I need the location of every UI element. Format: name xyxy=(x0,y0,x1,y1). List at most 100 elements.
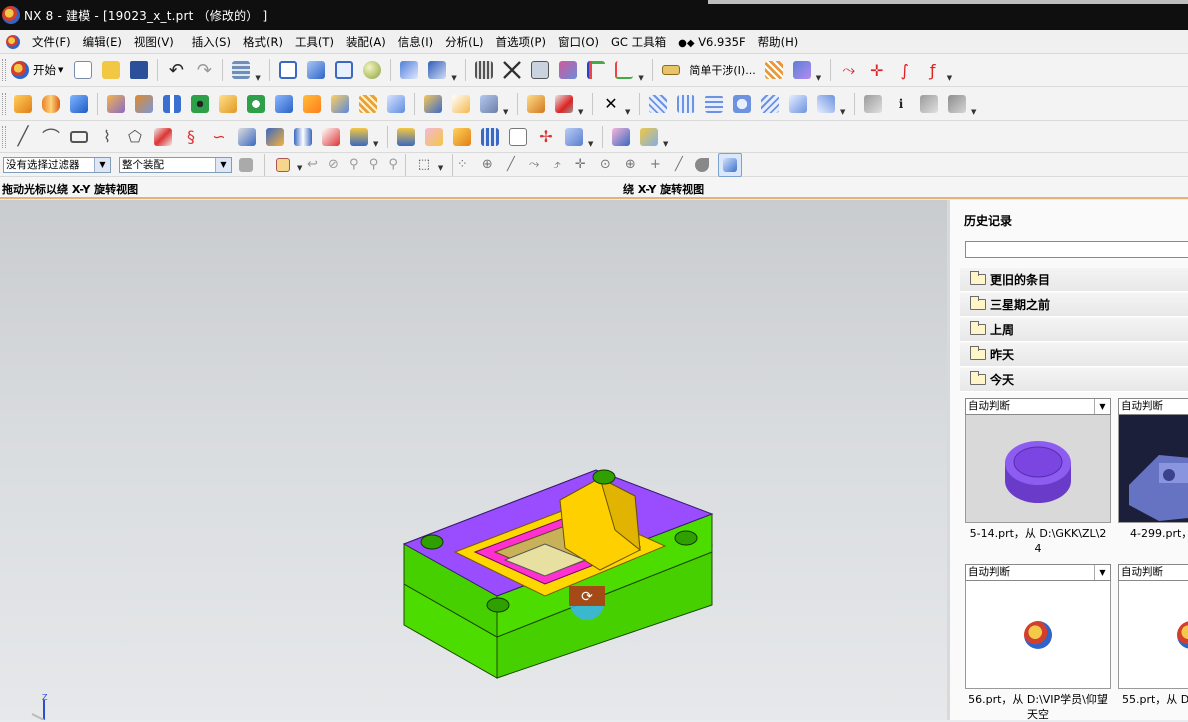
show-snap-button[interactable] xyxy=(717,152,742,177)
interference-icon-button[interactable] xyxy=(659,58,683,82)
history-group-last-week[interactable]: 上周 xyxy=(960,318,1188,342)
new-file-button[interactable] xyxy=(71,58,95,82)
mold-tool-9-button[interactable] xyxy=(637,125,661,149)
chamfer-button[interactable] xyxy=(552,92,576,116)
rectangle-select-button[interactable]: ⬚ xyxy=(412,153,436,177)
mold-tool-7-button[interactable] xyxy=(562,125,586,149)
orient-view-button[interactable] xyxy=(397,58,421,82)
load-option-select[interactable]: 自动判断 ▼ xyxy=(965,398,1111,415)
sheet-2-button[interactable] xyxy=(917,92,941,116)
intersection-curve-button[interactable] xyxy=(263,125,287,149)
filter-settings-button[interactable] xyxy=(234,153,258,177)
load-option-select[interactable]: 自动判断 ▼ xyxy=(965,564,1111,581)
load-option-select[interactable]: 自动判断 xyxy=(1118,398,1188,415)
wrap-curve-button[interactable] xyxy=(347,125,371,149)
mold-tool-2-button[interactable] xyxy=(422,125,446,149)
intersect-body-button[interactable] xyxy=(477,92,501,116)
offset-button[interactable]: § xyxy=(179,125,203,149)
info-button[interactable]: i xyxy=(889,92,913,116)
mold-tool-6-button[interactable]: ✢ xyxy=(534,125,558,149)
part-thumbnail[interactable] xyxy=(965,415,1111,523)
undo-button[interactable]: ↶ xyxy=(164,58,188,82)
surface-5-button[interactable] xyxy=(758,92,782,116)
slot-button[interactable] xyxy=(300,92,324,116)
project-curve-button[interactable] xyxy=(151,125,175,149)
fit-view-button[interactable] xyxy=(276,58,300,82)
mold-tool-4-button[interactable] xyxy=(478,125,502,149)
thread-button[interactable] xyxy=(356,92,380,116)
mold-tool-8-button[interactable] xyxy=(609,125,633,149)
blend-button[interactable] xyxy=(524,92,548,116)
line-button[interactable]: ╱ xyxy=(11,125,35,149)
part-thumbnail[interactable] xyxy=(1118,415,1188,523)
type-filter-select[interactable]: 没有选择过滤器 ▼ xyxy=(3,156,111,173)
toolbar-grip[interactable] xyxy=(2,125,6,148)
shaded-view-button[interactable] xyxy=(304,58,328,82)
sheet-1-button[interactable] xyxy=(861,92,885,116)
menu-format[interactable]: 格式(R) xyxy=(237,34,289,50)
shell-button[interactable] xyxy=(384,92,408,116)
mold-wizard-button[interactable] xyxy=(790,58,814,82)
spline-button[interactable]: ∫ xyxy=(893,58,917,82)
pad-button[interactable] xyxy=(272,92,296,116)
menu-gc-toolbox[interactable]: GC 工具箱 xyxy=(605,34,672,50)
surface-1-button[interactable] xyxy=(646,92,670,116)
surface-4-button[interactable] xyxy=(730,92,754,116)
offset-curve-button[interactable]: ƒ xyxy=(921,58,945,82)
cube-button[interactable] xyxy=(67,92,91,116)
menu-tools[interactable]: 工具(T) xyxy=(289,34,340,50)
general-select-button[interactable] xyxy=(271,153,295,177)
measure-body-button[interactable] xyxy=(528,58,552,82)
layer-button[interactable] xyxy=(229,58,253,82)
menu-preferences[interactable]: 首选项(P) xyxy=(490,34,552,50)
history-search-input[interactable] xyxy=(965,241,1188,258)
history-card[interactable]: 自动判断 4-299.prt，从 xyxy=(1118,398,1188,541)
history-group-yesterday[interactable]: 昨天 xyxy=(960,343,1188,367)
surface-3-button[interactable] xyxy=(702,92,726,116)
rectangle-button[interactable] xyxy=(67,125,91,149)
section-curve-button[interactable] xyxy=(291,125,315,149)
mold-tool-1-button[interactable] xyxy=(394,125,418,149)
extract-curve-button[interactable] xyxy=(235,125,259,149)
menu-analysis[interactable]: 分析(L) xyxy=(439,34,489,50)
sweep-button[interactable] xyxy=(160,92,184,116)
cylinder-button[interactable] xyxy=(39,92,63,116)
bridge-button[interactable]: ∽ xyxy=(207,125,231,149)
menu-window[interactable]: 窗口(O) xyxy=(552,34,605,50)
sheet-3-button[interactable] xyxy=(945,92,969,116)
snap-point-icons[interactable]: ⁘ ⊕ ╱ ⤳ ⤴ ✛ ⊙ ⊕ + ╱ xyxy=(457,157,688,172)
start-button[interactable]: 开始 ▼ xyxy=(11,58,67,82)
save-button[interactable] xyxy=(127,58,151,82)
part-thumbnail[interactable] xyxy=(1118,581,1188,689)
isoparametric-button[interactable] xyxy=(319,125,343,149)
toolbar-grip[interactable] xyxy=(2,59,6,81)
mold-assembly-model[interactable]: ⟳ xyxy=(0,200,947,720)
menu-edit[interactable]: 编辑(E) xyxy=(77,34,128,50)
arc-button[interactable]: ⌒ xyxy=(39,125,63,149)
simple-interference-button[interactable]: 简单干涉(I)... xyxy=(689,62,755,78)
analysis-button[interactable] xyxy=(556,58,580,82)
polygon-button[interactable]: ⬠ xyxy=(123,125,147,149)
extrude-button[interactable] xyxy=(104,92,128,116)
mold-tool-3-button[interactable] xyxy=(450,125,474,149)
block-button[interactable] xyxy=(11,92,35,116)
redo-button[interactable]: ↷ xyxy=(192,58,216,82)
boss-button[interactable] xyxy=(216,92,240,116)
menu-insert[interactable]: 插入(S) xyxy=(186,34,237,50)
history-group-three-weeks[interactable]: 三星期之前 xyxy=(960,293,1188,317)
part-thumbnail[interactable] xyxy=(965,581,1111,689)
select-mode-icons[interactable]: ↩ ⊘ ⚲ ⚲ ⚲ xyxy=(307,157,401,172)
history-group-today[interactable]: 今天 xyxy=(960,368,1188,392)
mold-tool-5-button[interactable] xyxy=(506,125,530,149)
revolve-button[interactable] xyxy=(132,92,156,116)
menu-view[interactable]: 视图(V) xyxy=(128,34,180,50)
wcs-button[interactable] xyxy=(584,58,608,82)
menu-file[interactable]: 文件(F) xyxy=(26,34,77,50)
hole-button[interactable] xyxy=(188,92,212,116)
nx-menu-icon[interactable] xyxy=(6,34,20,49)
view-direction-button[interactable] xyxy=(425,58,449,82)
intersect-button[interactable]: ✛ xyxy=(865,58,889,82)
surface-2-button[interactable] xyxy=(674,92,698,116)
selection-scope-select[interactable]: 整个装配 ▼ xyxy=(119,156,232,173)
surface-7-button[interactable] xyxy=(814,92,838,116)
